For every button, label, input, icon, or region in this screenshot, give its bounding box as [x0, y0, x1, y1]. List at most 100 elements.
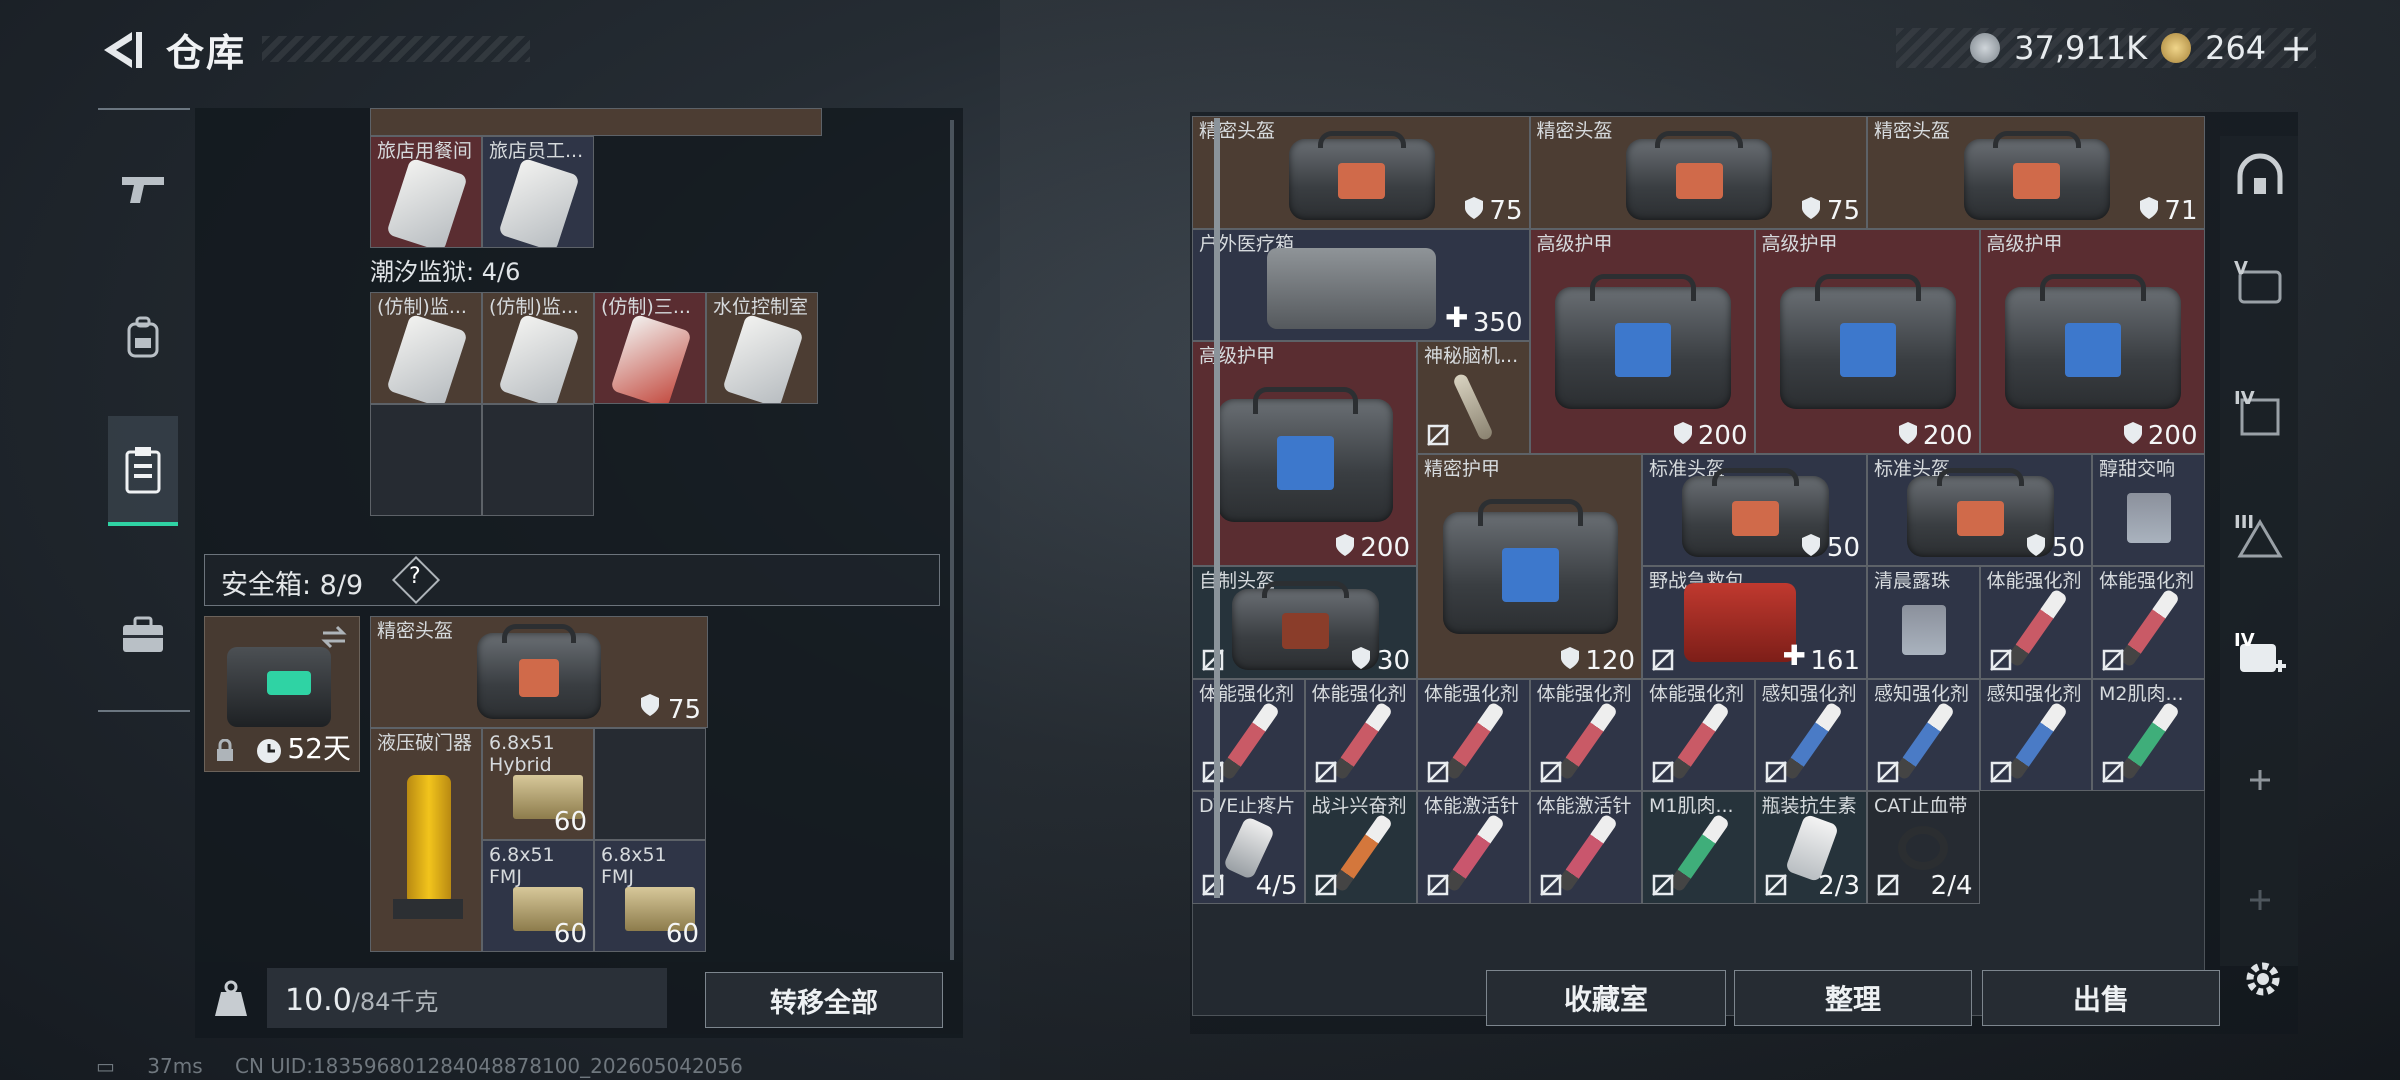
back-arrow-icon[interactable]: [96, 26, 146, 74]
inventory-item-slot[interactable]: 体能激活针: [1417, 791, 1530, 904]
sell-button[interactable]: 出售: [1982, 970, 2220, 1026]
item-slot[interactable]: 液压破门器: [370, 728, 482, 952]
item-slot[interactable]: 精密头盔 75: [370, 616, 708, 728]
shield-icon: [1802, 534, 1820, 556]
swap-icon[interactable]: [319, 625, 349, 649]
inventory-item-slot[interactable]: 野战急救包 ✚ 161: [1642, 566, 1867, 679]
inventory-item-slot[interactable]: 标准头盔 50: [1642, 453, 1867, 566]
item-label: (仿制)监...: [489, 296, 579, 318]
syringe-icon: [1555, 700, 1618, 781]
shield-icon: [1352, 646, 1370, 669]
container-v-button[interactable]: V: [2234, 258, 2286, 310]
inventory-item-slot[interactable]: 精密头盔 75: [1529, 116, 1867, 229]
inventory-item-slot[interactable]: CAT止血带 2/4: [1867, 791, 1980, 904]
inventory-item-slot[interactable]: 自制头盔 30: [1192, 566, 1417, 679]
item-label: 体能激活针: [1536, 795, 1632, 817]
inventory-item-slot[interactable]: 战斗兴奋剂: [1304, 791, 1417, 904]
weight-bar: 10.0/84千克 转移全部: [195, 962, 963, 1034]
inventory-item-slot[interactable]: 精密护甲 120: [1417, 453, 1642, 679]
item-label: 神秘脑机...: [1424, 345, 1519, 367]
item-value: 60: [553, 919, 587, 949]
key-card-slot[interactable]: 旅店员工...: [482, 136, 594, 248]
coin2-amount: 264: [2205, 29, 2267, 67]
organize-button[interactable]: 整理: [1734, 970, 1972, 1026]
heal-plus-icon: ✚: [1445, 301, 1469, 334]
transfer-all-button[interactable]: 转移全部: [705, 972, 943, 1028]
item-label: 清晨露珠: [1874, 570, 1951, 592]
tab-weapons[interactable]: [108, 134, 178, 244]
item-slot[interactable]: 6.8x51 FMJ 60: [482, 840, 594, 952]
key-card-slot[interactable]: (仿制)三...: [594, 292, 706, 404]
key-card-slot[interactable]: (仿制)监...: [370, 292, 482, 404]
tab-backpack[interactable]: [108, 282, 178, 392]
item-value: 200: [1697, 420, 1748, 451]
coin1-amount: 37,911K: [2014, 29, 2148, 67]
collection-room-button[interactable]: 收藏室: [1486, 970, 1726, 1026]
shield-icon: [2123, 421, 2142, 444]
safe-box-case[interactable]: 52天: [204, 616, 360, 772]
inventory-item-slot[interactable]: 体能强化剂: [1304, 678, 1417, 791]
inventory-item-slot[interactable]: 体能强化剂: [1529, 678, 1642, 791]
inventory-item-slot[interactable]: 感知强化剂: [1754, 678, 1867, 791]
syringe-icon: [2118, 700, 2181, 781]
add-currency-button[interactable]: +: [2280, 26, 2312, 70]
item-slot[interactable]: 6.8x51 FMJ 60: [594, 840, 706, 952]
no-trade-icon: [1314, 761, 1337, 783]
inventory-item-slot[interactable]: 体能强化剂: [1979, 566, 2092, 679]
inventory-item-slot[interactable]: 醇甜交响: [2092, 453, 2205, 566]
tourniquet-icon: [1898, 826, 1949, 871]
inventory-item-slot[interactable]: 高级护甲 200: [1754, 228, 1980, 454]
container-iv-medkit-button[interactable]: IV: [2234, 630, 2286, 682]
item-slot[interactable]: 6.8x51 Hybrid 60: [482, 728, 594, 840]
inventory-item-slot[interactable]: 体能强化剂: [1417, 678, 1530, 791]
key-card-slot[interactable]: 水位控制室: [706, 292, 818, 404]
tab-briefcase[interactable]: [108, 580, 178, 690]
syringe-icon: [1780, 700, 1843, 781]
inventory-item-slot[interactable]: 神秘脑机...: [1417, 341, 1530, 454]
inventory-item-slot[interactable]: 感知强化剂: [1867, 678, 1980, 791]
inventory-item-slot[interactable]: 清晨露珠: [1867, 566, 1980, 679]
key-card-slot[interactable]: 旅店用餐间: [370, 136, 482, 248]
syringe-icon: [2005, 588, 2068, 669]
inventory-item-slot[interactable]: 感知强化剂: [1979, 678, 2092, 791]
tab-container[interactable]: [108, 416, 178, 526]
empty-slot[interactable]: [370, 404, 482, 516]
inventory-item-slot[interactable]: 体能强化剂: [1192, 678, 1305, 791]
inventory-item-slot[interactable]: M2肌肉...: [2092, 678, 2205, 791]
container-iii-button[interactable]: III: [2234, 512, 2286, 564]
empty-slot[interactable]: [594, 728, 706, 840]
inventory-item-slot[interactable]: 精密头盔 75: [1192, 116, 1530, 229]
inventory-item-slot[interactable]: 标准头盔 50: [1867, 453, 2092, 566]
inventory-item-slot[interactable]: 户外医疗箱 ✚ 350: [1192, 228, 1530, 341]
settings-gear-icon[interactable]: [2240, 956, 2286, 1002]
inventory-item-slot[interactable]: 高级护甲 200: [1192, 341, 1417, 566]
empty-slot[interactable]: [482, 404, 594, 516]
inventory-item-slot[interactable]: 高级护甲 200: [1529, 228, 1755, 454]
helmet-bag-icon: [1963, 130, 2110, 220]
inventory-item-slot[interactable]: 精密头盔 71: [1867, 116, 2205, 229]
inventory-item-slot[interactable]: 体能强化剂: [2092, 566, 2205, 679]
tier-label: IV: [2234, 630, 2255, 651]
uid-text: CN UID:1835968012840488781​00_2026050420…: [234, 1054, 743, 1078]
inventory-item-slot[interactable]: 高级护甲 200: [1979, 228, 2205, 454]
left-scrollbar[interactable]: [950, 120, 954, 960]
dome-icon[interactable]: [2234, 150, 2286, 202]
container-iv-button[interactable]: IV: [2234, 388, 2286, 440]
item-label: (仿制)三...: [601, 296, 691, 318]
inventory-item-slot[interactable]: M1肌肉...: [1642, 791, 1755, 904]
key-card-slot[interactable]: (仿制)监...: [482, 292, 594, 404]
no-trade-icon: [1202, 648, 1224, 671]
inventory-item-slot[interactable]: 体能激活针: [1529, 791, 1642, 904]
no-trade-icon: [1877, 873, 1899, 896]
shield-icon: [1561, 646, 1579, 669]
inventory-item-slot[interactable]: 瓶装抗生素 2/3: [1754, 791, 1867, 904]
partial-row: [370, 108, 822, 136]
inventory-item-slot[interactable]: 体能强化剂: [1642, 678, 1755, 791]
add-icon[interactable]: [2234, 874, 2286, 926]
help-button[interactable]: ?: [391, 555, 441, 605]
inventory-item-slot[interactable]: DVE止疼片 4/5: [1192, 791, 1305, 904]
add-icon[interactable]: [2234, 754, 2286, 806]
right-scrollbar[interactable]: [1214, 118, 1220, 898]
no-trade-icon: [1764, 761, 1787, 783]
syringe-icon: [1443, 700, 1506, 781]
